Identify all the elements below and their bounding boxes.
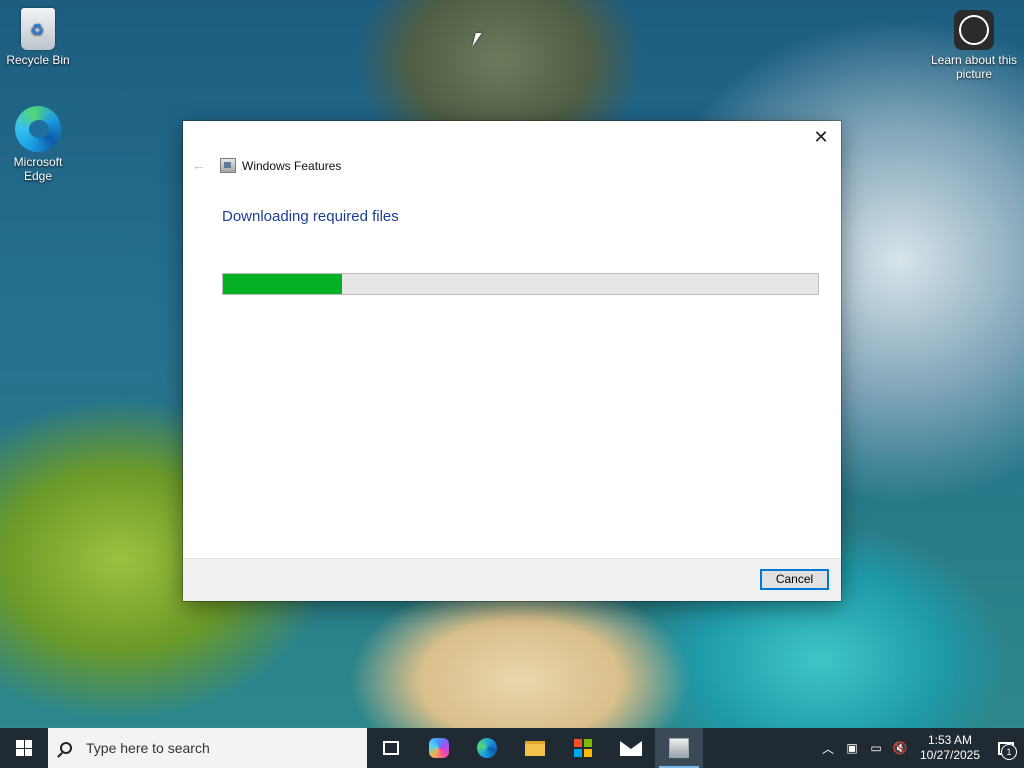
clock[interactable]: 1:53 AM 10/27/2025	[912, 733, 988, 763]
notification-center-button[interactable]: 1	[988, 728, 1024, 768]
cancel-button[interactable]: Cancel	[760, 569, 829, 590]
close-icon: ✕	[813, 127, 829, 147]
task-view-icon	[383, 741, 399, 755]
clock-date: 10/27/2025	[919, 748, 981, 762]
volume-muted-icon[interactable]: 🔇	[888, 741, 912, 755]
desktop-icon-label: Microsoft Edge	[13, 155, 63, 183]
learn-about-picture-icon	[954, 10, 994, 50]
copilot-icon	[429, 738, 449, 758]
windows-features-dialog: ✕ ← Windows Features Downloading require…	[183, 121, 841, 601]
start-button[interactable]	[0, 728, 48, 768]
edge-icon	[477, 738, 497, 758]
progress-bar	[222, 273, 819, 295]
meet-now-icon[interactable]: ▣	[840, 741, 864, 755]
mail-button[interactable]	[607, 728, 655, 768]
edge-icon	[15, 106, 61, 152]
desktop-icon-recycle-bin[interactable]: ♻ Recycle Bin	[0, 8, 76, 67]
file-explorer-button[interactable]	[511, 728, 559, 768]
dialog-footer: Cancel	[183, 558, 841, 601]
dialog-title: Windows Features	[242, 158, 342, 173]
desktop-icon-label: Recycle Bin	[6, 53, 70, 67]
notification-count: 1	[1001, 744, 1017, 760]
close-button[interactable]: ✕	[807, 125, 835, 149]
windows-features-icon	[669, 738, 689, 758]
taskbar-search-box[interactable]: Type here to search	[48, 728, 367, 768]
desktop-icon-label: Learn about this picture	[930, 53, 1018, 81]
clock-time: 1:53 AM	[927, 733, 973, 747]
task-view-button[interactable]	[367, 728, 415, 768]
desktop-icon-microsoft-edge[interactable]: Microsoft Edge	[0, 106, 76, 183]
taskbar: Type here to search ︿ ▣ ▭ 🔇 1:53 AM 10/2…	[0, 728, 1024, 768]
progress-bar-fill	[223, 274, 342, 294]
microsoft-store-button[interactable]	[559, 728, 607, 768]
back-arrow-icon[interactable]: ←	[192, 157, 206, 173]
dialog-heading: Downloading required files	[222, 208, 399, 225]
windows-features-icon	[220, 158, 236, 173]
edge-taskbar-button[interactable]	[463, 728, 511, 768]
copilot-button[interactable]	[415, 728, 463, 768]
mouse-cursor-icon	[472, 33, 482, 47]
mail-icon	[620, 740, 642, 756]
recycle-bin-icon: ♻	[21, 8, 55, 50]
search-icon	[60, 742, 72, 754]
windows-features-taskbar-button[interactable]	[655, 728, 703, 768]
windows-logo-icon	[16, 740, 32, 756]
system-tray: ︿ ▣ ▭ 🔇 1:53 AM 10/27/2025 1	[816, 728, 1024, 768]
folder-icon	[525, 740, 545, 756]
network-icon[interactable]: ▭	[864, 741, 888, 755]
search-placeholder: Type here to search	[86, 740, 210, 756]
store-icon	[574, 739, 592, 757]
chevron-up-icon[interactable]: ︿	[816, 740, 840, 757]
desktop-icon-learn-about-picture[interactable]: Learn about this picture	[924, 10, 1024, 81]
dialog-title-row: Windows Features	[220, 158, 341, 173]
